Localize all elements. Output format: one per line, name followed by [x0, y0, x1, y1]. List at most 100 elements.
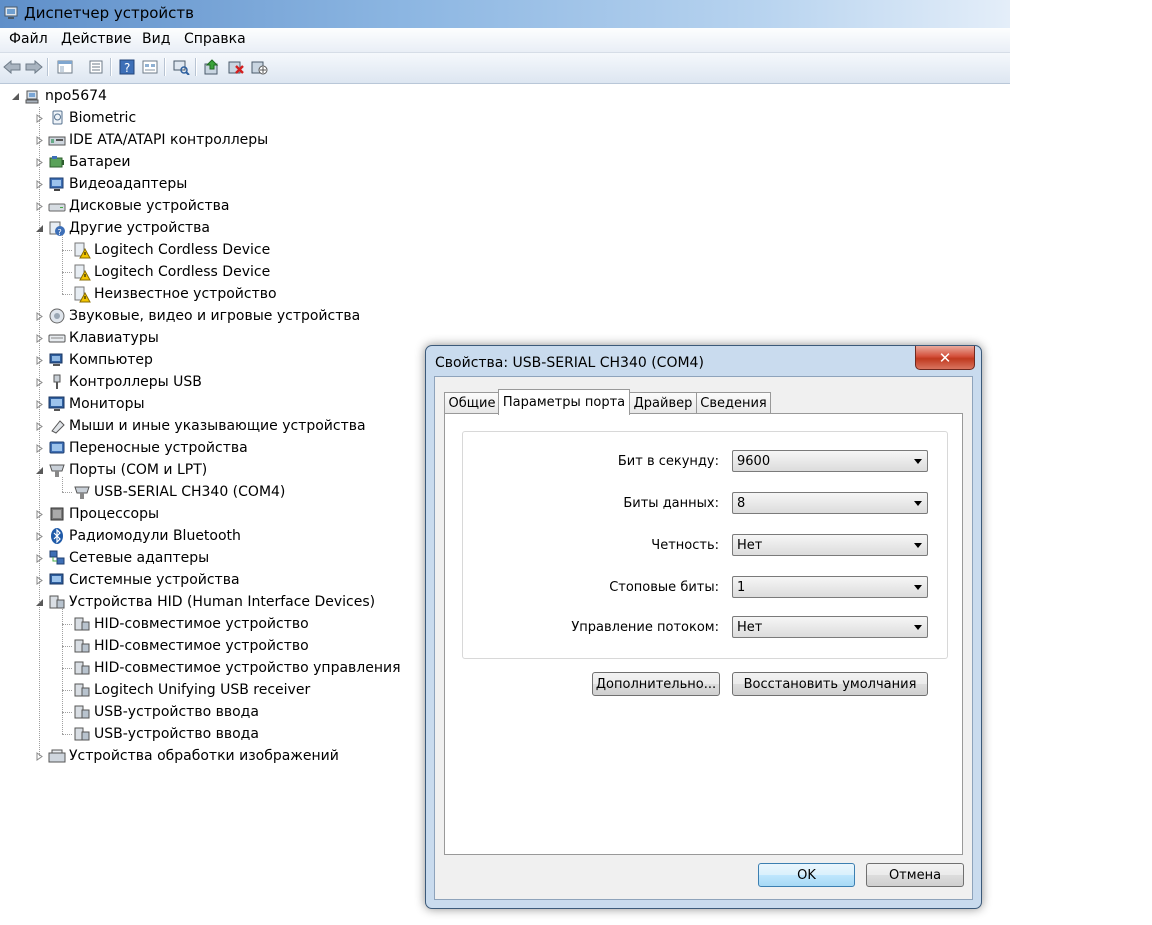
view-icon[interactable] [140, 57, 160, 77]
tree-category[interactable]: Звуковые, видео и игровые устройства [34, 305, 360, 327]
tree-category[interactable]: Компьютер [34, 349, 153, 371]
menu-action[interactable]: Действие [61, 31, 131, 47]
back-icon[interactable] [2, 57, 22, 77]
collapsed-arrow-icon[interactable] [34, 201, 44, 211]
tree-category[interactable]: Biometric [34, 107, 136, 129]
tree-category[interactable]: Клавиатуры [34, 327, 159, 349]
collapsed-arrow-icon[interactable] [34, 179, 44, 189]
computer-icon [48, 351, 66, 369]
collapsed-arrow-icon[interactable] [34, 421, 44, 431]
flow-control-select[interactable]: Нет [732, 616, 928, 638]
tree-device-item[interactable]: Logitech Unifying USB receiver [73, 679, 310, 701]
stop-bits-select[interactable]: 1 [732, 576, 928, 598]
tree-category[interactable]: Мыши и иные указывающие устройства [34, 415, 366, 437]
scan-hardware-icon[interactable] [171, 57, 191, 77]
stop-bits-label: Стоповые биты: [609, 580, 719, 595]
collapsed-arrow-icon[interactable] [34, 333, 44, 343]
network-adapter-icon [48, 549, 66, 567]
tree-category[interactable]: Радиомодули Bluetooth [34, 525, 241, 547]
baud-rate-select[interactable]: 9600 [732, 450, 928, 472]
tree-category[interactable]: IDE ATA/ATAPI контроллеры [34, 129, 268, 151]
data-bits-select[interactable]: 8 [732, 492, 928, 514]
tree-category[interactable]: Дисковые устройства [34, 195, 230, 217]
update-driver-icon[interactable] [202, 57, 222, 77]
tree-device-item[interactable]: HID-совместимое устройство управления [73, 657, 401, 679]
expanded-arrow-icon[interactable] [34, 465, 44, 475]
restore-defaults-button[interactable]: Восстановить умолчания [732, 672, 928, 696]
tree-category[interactable]: Мониторы [34, 393, 145, 415]
tree-root-computer[interactable]: npo5674 [10, 85, 107, 107]
collapsed-arrow-icon[interactable] [34, 355, 44, 365]
collapsed-arrow-icon[interactable] [34, 377, 44, 387]
tree-device-item[interactable]: HID-совместимое устройство [73, 635, 309, 657]
tree-device-item[interactable]: USB-устройство ввода [73, 701, 259, 723]
expanded-arrow-icon[interactable] [10, 91, 20, 101]
chevron-down-icon [914, 585, 922, 590]
title-bar[interactable]: Диспетчер устройств [0, 0, 1010, 28]
tab-details[interactable]: Сведения [696, 392, 771, 414]
menu-file[interactable]: Файл [9, 31, 48, 47]
advanced-button[interactable]: Дополнительно... [592, 672, 720, 696]
collapsed-arrow-icon[interactable] [34, 135, 44, 145]
tree-item-label: Мониторы [69, 396, 145, 412]
hid-device-icon [73, 703, 91, 721]
properties-icon[interactable] [86, 57, 106, 77]
collapsed-arrow-icon[interactable] [34, 751, 44, 761]
collapsed-arrow-icon[interactable] [34, 553, 44, 563]
close-button[interactable]: ✕ [915, 346, 975, 370]
tree-device-item[interactable]: Неизвестное устройство [73, 283, 277, 305]
tab-driver[interactable]: Драйвер [628, 392, 698, 414]
tree-category[interactable]: Батареи [34, 151, 131, 173]
forward-icon[interactable] [24, 57, 44, 77]
show-hide-tree-icon[interactable] [55, 57, 75, 77]
tree-item-label: USB-SERIAL CH340 (COM4) [94, 484, 286, 500]
tree-device-item[interactable]: Logitech Cordless Device [73, 239, 270, 261]
expanded-arrow-icon[interactable] [34, 597, 44, 607]
parity-label: Четность: [651, 538, 719, 553]
tree-category[interactable]: Переносные устройства [34, 437, 248, 459]
tree-device-item[interactable]: USB-устройство ввода [73, 723, 259, 745]
port-settings-group: Бит в секунду: 9600 Биты данных: 8 Четно… [462, 431, 948, 659]
collapsed-arrow-icon[interactable] [34, 443, 44, 453]
tree-item-label: Батареи [69, 154, 131, 170]
collapsed-arrow-icon[interactable] [34, 311, 44, 321]
tree-device-item[interactable]: USB-SERIAL CH340 (COM4) [73, 481, 285, 503]
hid-device-icon [73, 637, 91, 655]
tree-category[interactable]: Контроллеры USB [34, 371, 202, 393]
tree-device-item[interactable]: Logitech Cordless Device [73, 261, 270, 283]
tree-category[interactable]: Порты (COM и LPT) [34, 459, 207, 481]
tree-category[interactable]: Процессоры [34, 503, 159, 525]
tree-category[interactable]: ? Другие устройства [34, 217, 210, 239]
tree-category[interactable]: Устройства обработки изображений [34, 745, 339, 767]
collapsed-arrow-icon[interactable] [34, 113, 44, 123]
parity-select[interactable]: Нет [732, 534, 928, 556]
disable-icon[interactable] [249, 57, 269, 77]
chevron-down-icon [914, 625, 922, 630]
ok-button[interactable]: OK [758, 863, 855, 887]
tree-item-label: Порты (COM и LPT) [69, 462, 208, 478]
window-title: Диспетчер устройств [24, 4, 195, 22]
collapsed-arrow-icon[interactable] [34, 575, 44, 585]
menu-view[interactable]: Вид [142, 31, 170, 47]
tree-category[interactable]: Видеоадаптеры [34, 173, 187, 195]
uninstall-icon[interactable] [226, 57, 246, 77]
imaging-device-icon [48, 747, 66, 765]
tree-item-label: Устройства обработки изображений [69, 748, 339, 764]
tree-category[interactable]: Сетевые адаптеры [34, 547, 209, 569]
tab-port-settings[interactable]: Параметры порта [498, 389, 630, 415]
cancel-button[interactable]: Отмена [866, 863, 964, 887]
menu-help[interactable]: Справка [184, 31, 246, 47]
tree-category[interactable]: Системные устройства [34, 569, 240, 591]
expanded-arrow-icon[interactable] [34, 223, 44, 233]
tree-category[interactable]: Устройства HID (Human Interface Devices) [34, 591, 375, 613]
help-icon[interactable]: ? [117, 57, 137, 77]
warning-device-icon [73, 241, 91, 259]
hid-device-icon [73, 659, 91, 677]
collapsed-arrow-icon[interactable] [34, 399, 44, 409]
tree-device-item[interactable]: HID-совместимое устройство [73, 613, 309, 635]
collapsed-arrow-icon[interactable] [34, 157, 44, 167]
menu-bar: Файл Действие Вид Справка [0, 28, 1010, 53]
collapsed-arrow-icon[interactable] [34, 509, 44, 519]
tab-general[interactable]: Общие [444, 392, 500, 414]
collapsed-arrow-icon[interactable] [34, 531, 44, 541]
